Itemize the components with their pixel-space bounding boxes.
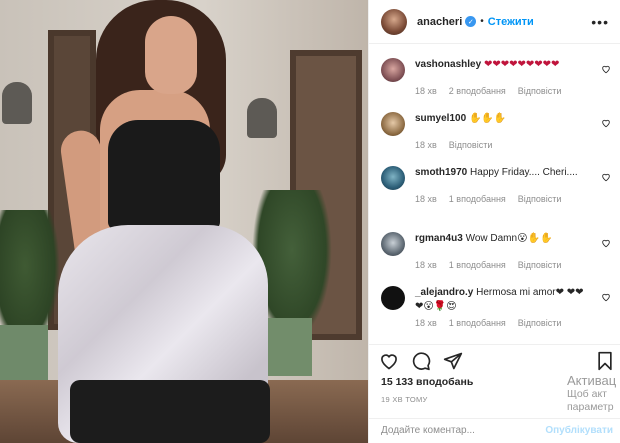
reply-button[interactable]: Відповісти: [518, 86, 562, 96]
comment-likes[interactable]: 1 вподобання: [449, 318, 506, 328]
post-actions-bar: [369, 344, 620, 374]
comment-time[interactable]: 18 хв: [415, 318, 437, 328]
comment-text: Happy Friday.... Cheri....: [470, 167, 578, 178]
comment-item: smoth1970 Happy Friday.... Cheri.... 18 …: [381, 166, 611, 204]
comment-bubble-icon[interactable]: [411, 351, 431, 371]
commenter-avatar[interactable]: [381, 58, 405, 82]
commenter-avatar[interactable]: [381, 112, 405, 136]
like-heart-icon[interactable]: [379, 351, 399, 371]
like-comment-heart-icon[interactable]: [601, 118, 611, 128]
comment-text: ❤❤❤❤❤❤❤❤❤: [483, 59, 560, 70]
comment-item: sumyel100 ✋✋✋ 18 хв Відповісти: [381, 112, 611, 150]
comment-likes[interactable]: 1 вподобання: [449, 194, 506, 204]
commenter-avatar[interactable]: [381, 166, 405, 190]
follow-button[interactable]: Стежити: [488, 16, 534, 28]
comment-body: vashonashley ❤❤❤❤❤❤❤❤❤: [415, 58, 585, 72]
comment-body: smoth1970 Happy Friday.... Cheri....: [415, 166, 585, 180]
like-comment-heart-icon[interactable]: [601, 64, 611, 74]
comment-meta: 18 хв Відповісти: [415, 140, 611, 150]
post-header: anacheri ✓ • Стежити •••: [369, 0, 620, 44]
like-comment-heart-icon[interactable]: [601, 238, 611, 248]
separator-dot: •: [480, 16, 484, 27]
comment-time[interactable]: 18 хв: [415, 86, 437, 96]
comment-likes[interactable]: 1 вподобання: [449, 260, 506, 270]
windows-activation-watermark: Активац Щоб акт параметр: [567, 373, 616, 414]
publish-button[interactable]: Опублікувати: [545, 425, 613, 436]
comment-meta: 18 хв 2 вподобання Відповісти: [415, 86, 611, 96]
watermark-line: Щоб акт: [567, 388, 607, 400]
add-comment-bar: Опублікувати: [369, 418, 620, 443]
like-comment-heart-icon[interactable]: [601, 292, 611, 302]
reply-button[interactable]: Відповісти: [518, 260, 562, 270]
add-comment-input[interactable]: [381, 425, 541, 436]
comments-list[interactable]: vashonashley ❤❤❤❤❤❤❤❤❤ 18 хв 2 вподобанн…: [369, 44, 620, 344]
comment-username[interactable]: rgman4u3: [415, 233, 463, 244]
reply-button[interactable]: Відповісти: [449, 140, 493, 150]
comment-time[interactable]: 18 хв: [415, 140, 437, 150]
comment-likes[interactable]: 2 вподобання: [449, 86, 506, 96]
post-timestamp[interactable]: 19 ХВ ТОМУ: [381, 395, 428, 404]
comment-body: rgman4u3 Wow Damn😮✋✋: [415, 232, 585, 246]
comment-body: _alejandro.y Hermosa mi amor❤ ❤❤❤😮🌹😍: [415, 286, 585, 314]
watermark-line: параметр: [567, 401, 614, 413]
like-comment-heart-icon[interactable]: [601, 172, 611, 182]
save-bookmark-icon[interactable]: [595, 351, 615, 371]
comment-item: rgman4u3 Wow Damn😮✋✋ 18 хв 1 вподобання …: [381, 232, 611, 270]
comment-item: _alejandro.y Hermosa mi amor❤ ❤❤❤😮🌹😍 18 …: [381, 286, 611, 328]
instagram-post-modal: anacheri ✓ • Стежити ••• vashonashley ❤❤…: [0, 0, 620, 443]
more-options-icon[interactable]: •••: [591, 14, 609, 30]
comment-text: Wow Damn😮✋✋: [465, 233, 553, 244]
watermark-line: Активац: [567, 373, 617, 388]
reply-button[interactable]: Відповісти: [518, 318, 562, 328]
commenter-avatar[interactable]: [381, 286, 405, 310]
comment-body: sumyel100 ✋✋✋: [415, 112, 585, 126]
verified-badge-icon: ✓: [465, 16, 477, 27]
author-username[interactable]: anacheri: [417, 16, 462, 28]
comment-time[interactable]: 18 хв: [415, 194, 437, 204]
comment-text: ✋✋✋: [468, 113, 507, 124]
comment-time[interactable]: 18 хв: [415, 260, 437, 270]
likes-count[interactable]: 15 133 вподобань: [381, 376, 473, 388]
comment-meta: 18 хв 1 вподобання Відповісти: [415, 318, 611, 328]
post-photo[interactable]: [0, 0, 368, 443]
author-avatar[interactable]: [381, 8, 407, 35]
reply-button[interactable]: Відповісти: [518, 194, 562, 204]
comment-meta: 18 хв 1 вподобання Відповісти: [415, 194, 611, 204]
comment-username[interactable]: smoth1970: [415, 167, 467, 178]
comment-username[interactable]: sumyel100: [415, 113, 466, 124]
share-paper-plane-icon[interactable]: [443, 351, 463, 371]
comment-username[interactable]: vashonashley: [415, 59, 481, 70]
commenter-avatar[interactable]: [381, 232, 405, 256]
comment-meta: 18 хв 1 вподобання Відповісти: [415, 260, 611, 270]
comment-item: vashonashley ❤❤❤❤❤❤❤❤❤ 18 хв 2 вподобанн…: [381, 58, 611, 96]
comment-username[interactable]: _alejandro.y: [415, 287, 473, 298]
